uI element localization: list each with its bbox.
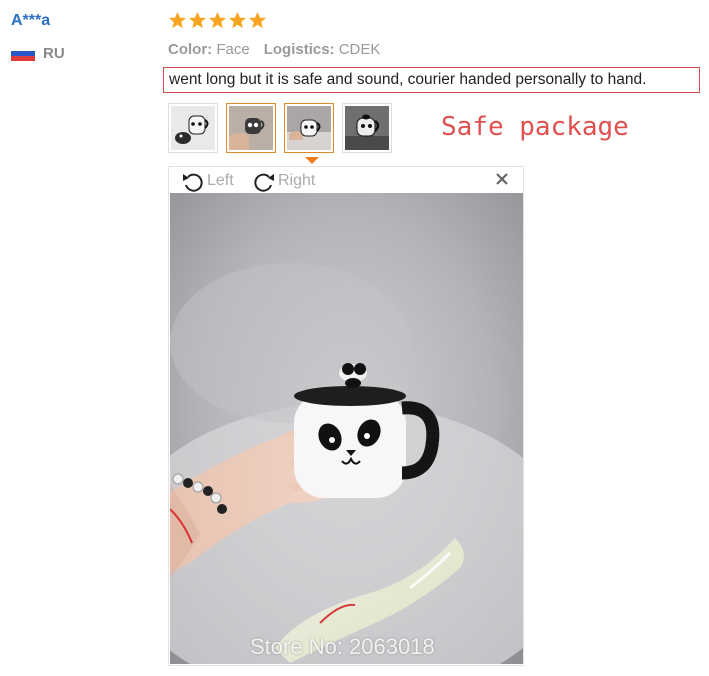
review-text-content: went long but it is safe and sound, cour… [169, 71, 647, 88]
thumbnail-3[interactable] [284, 103, 334, 153]
photo-viewer: Left Right Store No: 2063018 [168, 166, 524, 666]
close-icon[interactable] [495, 172, 509, 186]
thumbnail-1[interactable] [168, 103, 218, 153]
color-value: Face [216, 41, 250, 58]
panda-mug-on-fur-thumbnail [287, 106, 331, 150]
reviewer-name[interactable]: A***a [11, 12, 50, 30]
review-photo[interactable]: Store No: 2063018 [170, 193, 523, 664]
active-thumbnail-caret-icon [305, 157, 319, 164]
rotate-right-button[interactable]: Right [251, 169, 315, 193]
star-icon [208, 11, 227, 29]
russia-flag-icon [11, 46, 35, 61]
star-icon [228, 11, 247, 29]
review-text: went long but it is safe and sound, cour… [163, 67, 700, 93]
color-label: Color: [168, 41, 213, 58]
star-icon [188, 11, 207, 29]
reviewer-country: RU [11, 45, 65, 62]
panda-mug-photo [170, 193, 523, 664]
store-watermark: Store No: 2063018 [250, 634, 435, 659]
logistics-label: Logistics: [263, 41, 335, 58]
reviewer-info: A***a [11, 12, 50, 30]
rotate-right-icon [254, 173, 274, 192]
rotate-right-label: Right [278, 172, 316, 189]
star-rating [168, 11, 267, 30]
rotate-left-icon [183, 173, 203, 192]
thumbnail-4[interactable] [342, 103, 392, 153]
panda-mug-dark-thumbnail [345, 106, 389, 150]
star-icon [168, 11, 187, 29]
country-code: RU [43, 45, 65, 62]
thumbnail-2[interactable] [226, 103, 276, 153]
rotate-left-button[interactable]: Left [180, 169, 234, 193]
order-attributes: Color: Face Logistics: CDEK [168, 41, 380, 58]
annotation-label: Safe package [441, 112, 629, 142]
star-icon [248, 11, 267, 29]
viewer-toolbar: Left Right [169, 167, 523, 193]
logistics-value: CDEK [338, 41, 381, 58]
panda-mug-thumbnail [171, 106, 215, 150]
panda-mug-in-hand-thumbnail [229, 106, 273, 150]
review-photo-thumbnails [168, 103, 392, 153]
rotate-left-label: Left [207, 172, 234, 189]
